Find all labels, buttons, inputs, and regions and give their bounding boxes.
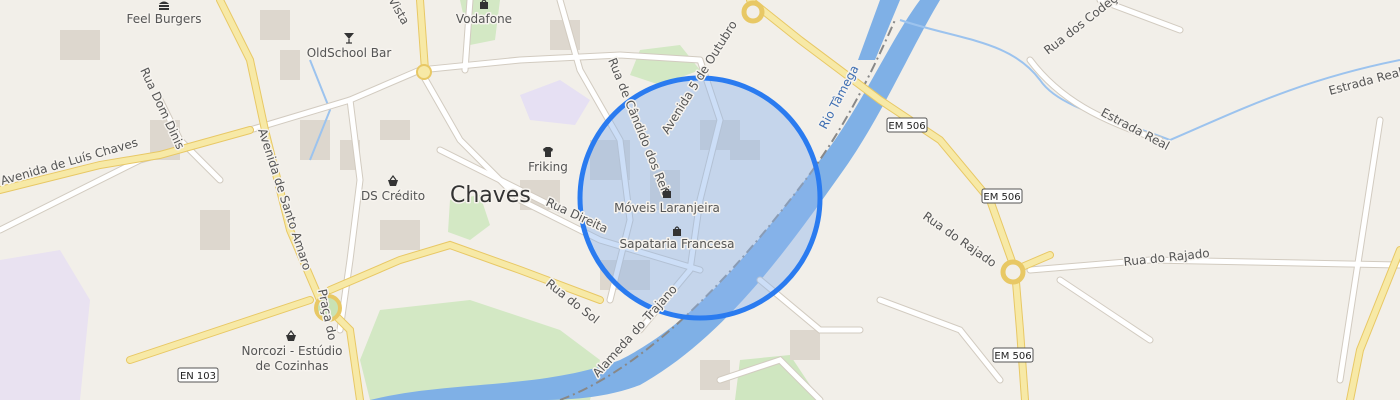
svg-text:OldSchool Bar: OldSchool Bar: [307, 46, 392, 60]
hamburger-icon: [159, 1, 169, 10]
svg-text:de Cozinhas: de Cozinhas: [256, 359, 329, 373]
route-shield-em506: EM 506: [886, 117, 928, 133]
route-shield-em506: EM 506: [981, 188, 1023, 204]
svg-text:Feel Burgers: Feel Burgers: [127, 12, 202, 26]
svg-text:Móveis Laranjeira: Móveis Laranjeira: [614, 201, 720, 215]
location-accuracy-circle[interactable]: [577, 75, 823, 321]
roundabout: [416, 64, 432, 80]
map-canvas[interactable]: Rua Dom Dinis Avenida de Luís Chaves Ave…: [0, 0, 1400, 400]
svg-text:Sapataria Francesa: Sapataria Francesa: [620, 237, 735, 251]
route-shield-em506: EM 506: [992, 347, 1034, 363]
svg-text:EM 506: EM 506: [983, 192, 1020, 203]
roundabout: [741, 0, 765, 24]
city-label-chaves: Chaves: [450, 183, 531, 208]
svg-text:Norcozi - Estúdio: Norcozi - Estúdio: [242, 344, 343, 358]
map-layer[interactable]: Rua Dom Dinis Avenida de Luís Chaves Ave…: [0, 0, 1400, 400]
svg-text:DS Crédito: DS Crédito: [361, 189, 425, 203]
svg-text:EM 506: EM 506: [888, 121, 925, 132]
svg-text:EN 103: EN 103: [180, 371, 216, 382]
roundabout: [1000, 259, 1026, 285]
route-shield-en103: EN 103: [177, 367, 219, 383]
svg-text:Vodafone: Vodafone: [456, 12, 512, 26]
svg-text:EM 506: EM 506: [994, 351, 1031, 362]
svg-text:Friking: Friking: [528, 160, 568, 174]
